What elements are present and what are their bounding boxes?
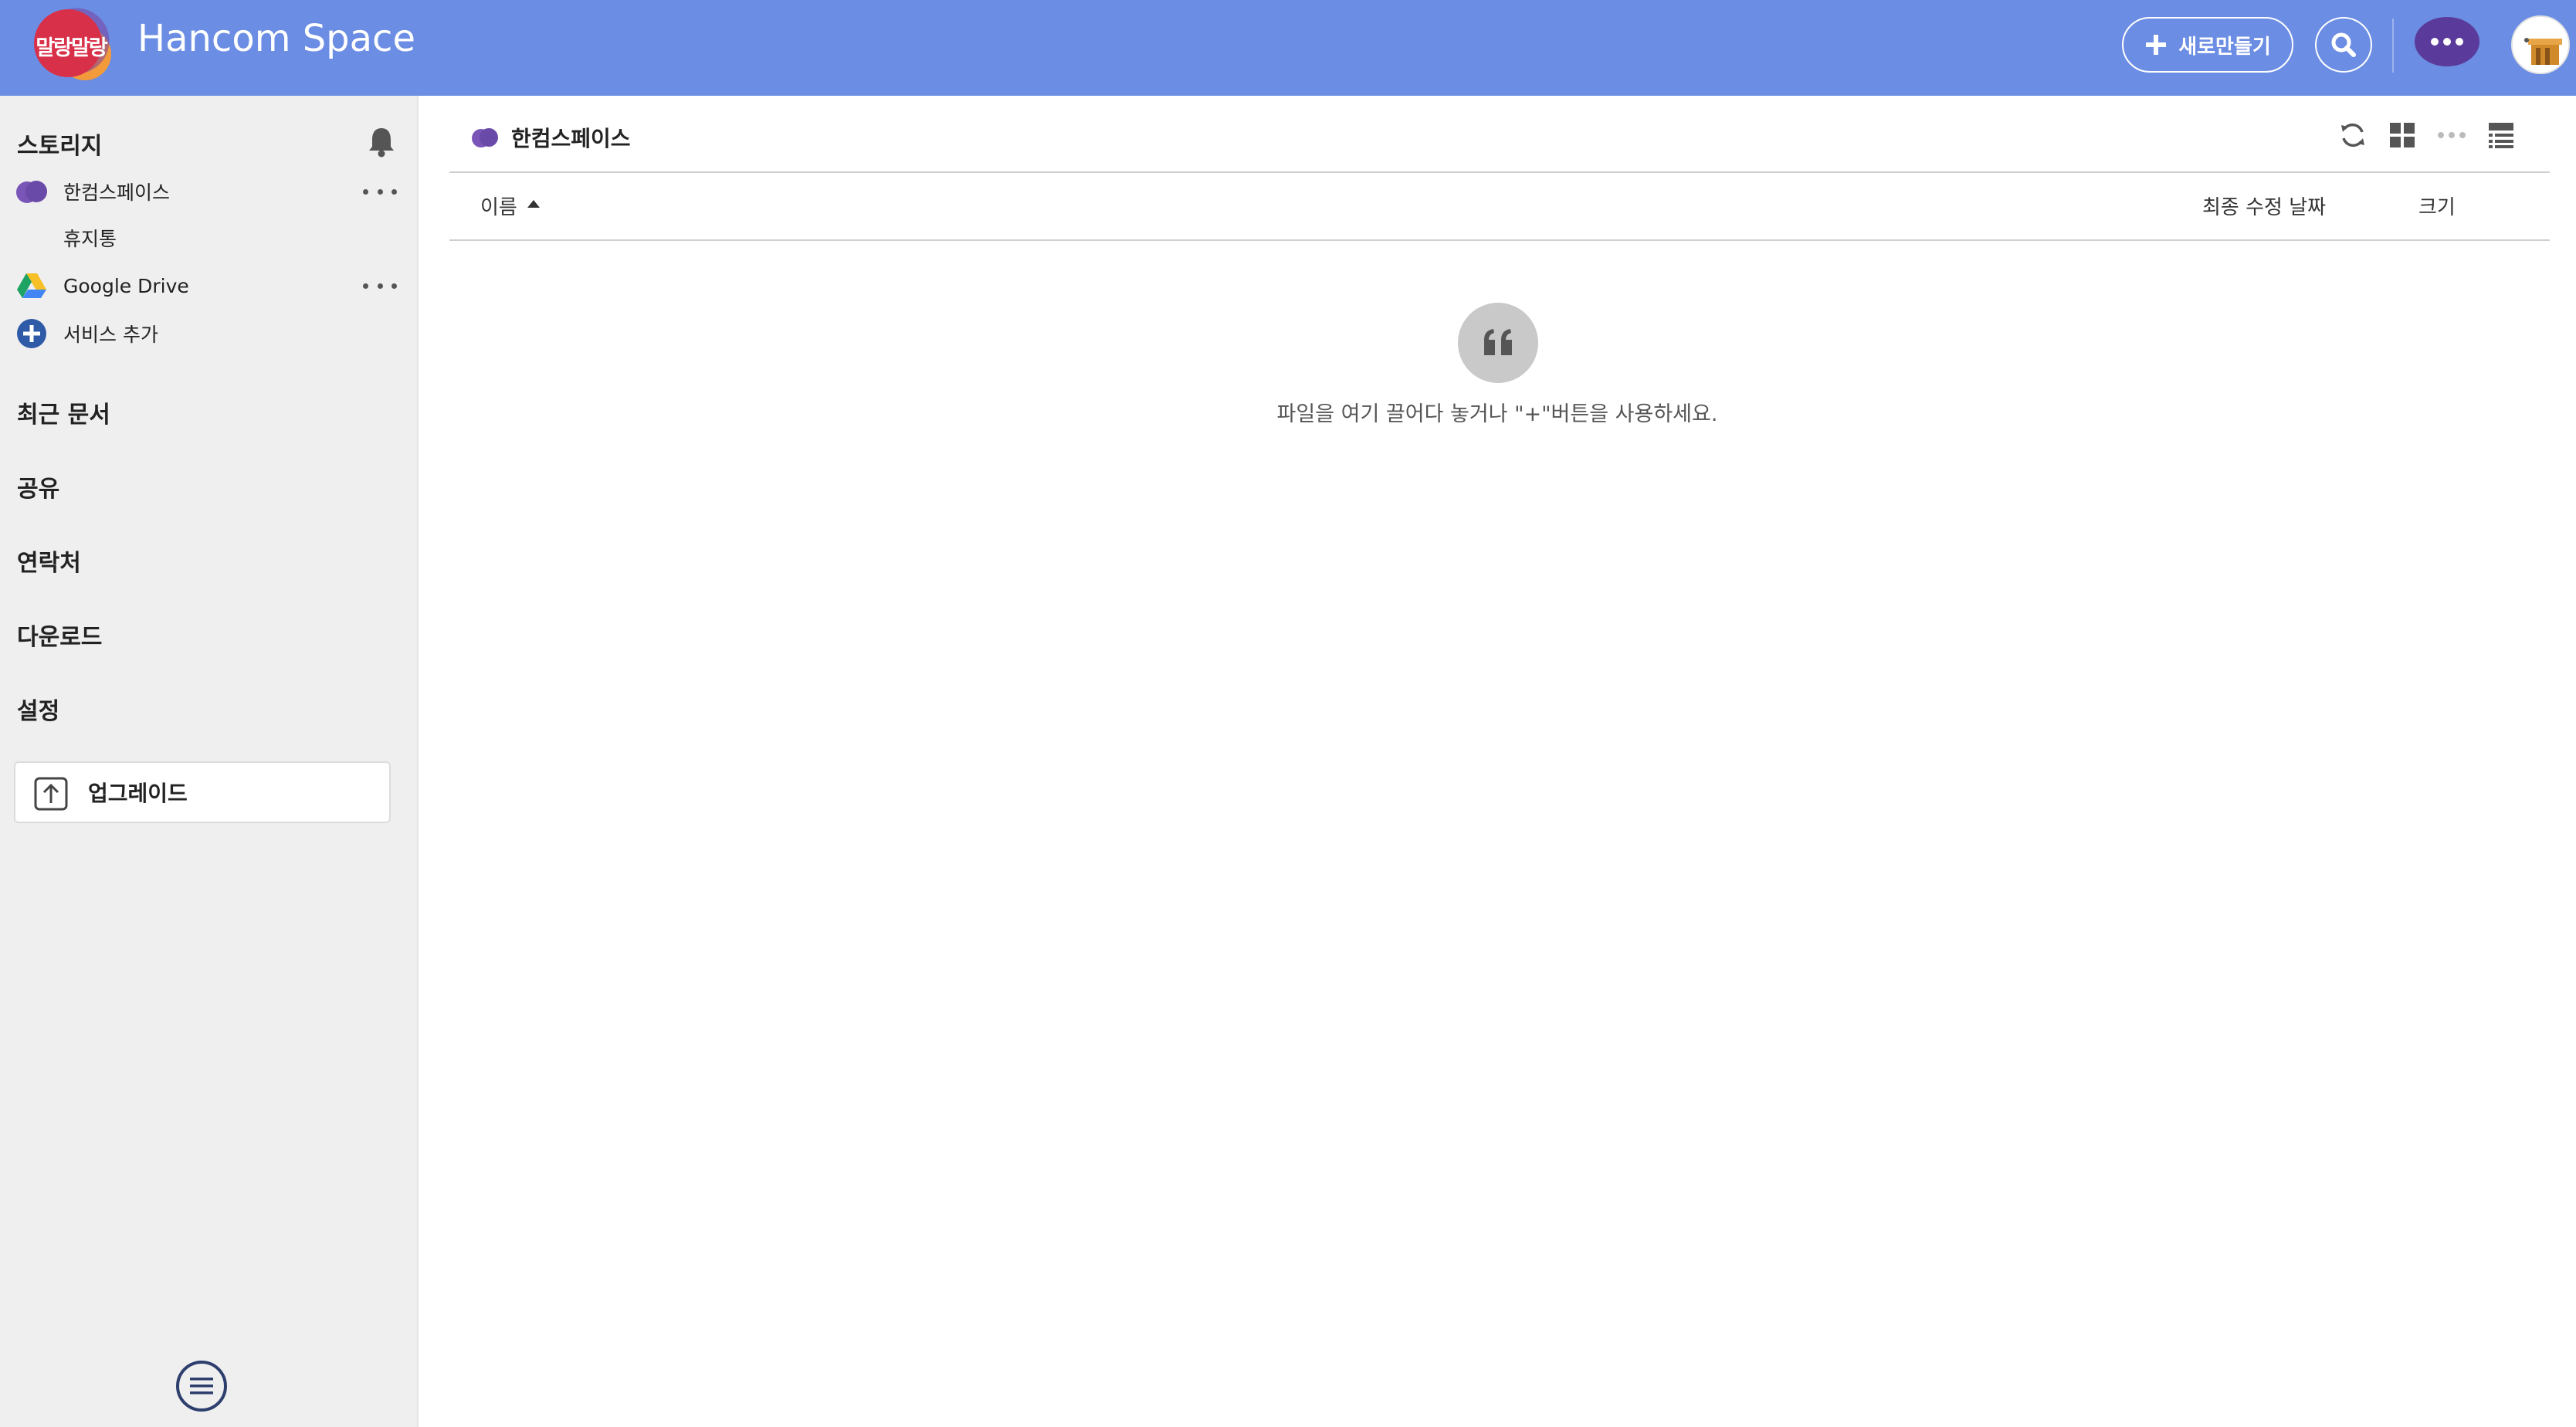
sidebar-item-label: 한컴스페이스 — [63, 181, 171, 204]
more-dots-icon — [2438, 132, 2466, 138]
sidebar-item-label: 휴지통 — [63, 228, 117, 250]
grid-view-icon — [2390, 123, 2415, 147]
sidebar-contacts[interactable]: 연락처 — [17, 544, 81, 578]
app-title: Hancom Space — [137, 17, 415, 60]
upload-arrow-icon — [34, 777, 68, 811]
hancomspace-more-icon[interactable] — [363, 182, 397, 201]
hamburger-circle-icon — [176, 1361, 227, 1412]
user-avatar[interactable] — [2511, 15, 2570, 74]
sidebar-item-label: 서비스 추가 — [63, 324, 158, 346]
breadcrumb-label: 한컴스페이스 — [511, 126, 631, 151]
sidebar-item-trash[interactable]: 휴지통 — [0, 218, 417, 258]
sidebar-settings[interactable]: 설정 — [17, 692, 59, 726]
sidebar-item-google-drive[interactable]: Google Drive — [0, 266, 417, 306]
search-icon — [2331, 32, 2356, 57]
sidebar-shared[interactable]: 공유 — [17, 469, 59, 503]
sidebar-downloads[interactable]: 다운로드 — [17, 618, 102, 652]
list-detail-icon — [2489, 123, 2513, 148]
google-drive-icon — [15, 270, 48, 301]
main-content: 한컴스페이스 이름 최종 수정 날짜 크기 파일을 여기 끌어다 놓거나 "+"… — [419, 96, 2576, 1427]
bell-graphic — [369, 128, 394, 158]
plus-circle-icon — [15, 318, 48, 349]
upgrade-label: 업그레이드 — [88, 781, 188, 806]
sidebar-item-hancomspace[interactable]: 한컴스페이스 — [0, 171, 417, 212]
column-modified-header[interactable]: 최종 수정 날짜 — [2202, 192, 2326, 220]
more-menu-button[interactable] — [2414, 15, 2480, 69]
column-name-header[interactable]: 이름 — [480, 192, 541, 220]
hancom-cloud-icon — [472, 128, 498, 147]
empty-state-message: 파일을 여기 끌어다 놓거나 "+"버튼을 사용하세요. — [1276, 402, 1718, 426]
sidebar-item-label: Google Drive — [63, 274, 189, 297]
column-size-header[interactable]: 크기 — [2418, 192, 2456, 220]
sort-ascending-icon — [527, 199, 541, 208]
new-document-label: 새로만들기 — [2178, 35, 2271, 59]
more-options-button[interactable] — [2434, 117, 2469, 153]
column-name-label: 이름 — [480, 196, 517, 219]
sidebar-menu-toggle[interactable] — [175, 1359, 229, 1413]
malang-logo[interactable]: 말랑말랑 — [23, 8, 119, 82]
grid-view-button[interactable] — [2384, 117, 2420, 153]
breadcrumb[interactable]: 한컴스페이스 — [471, 122, 631, 153]
new-document-button[interactable]: 새로만들기 — [2122, 17, 2293, 73]
detail-view-button[interactable] — [2483, 117, 2519, 153]
storage-heading: 스토리지 — [17, 133, 103, 160]
logo-text: 말랑말랑 — [36, 36, 107, 60]
empty-state-quote-icon — [1458, 303, 1538, 383]
avatar-image-icon — [2513, 17, 2568, 73]
top-bar: 말랑말랑 Hancom Space 새로만들기 — [0, 0, 2576, 96]
refresh-button[interactable] — [2335, 117, 2371, 153]
notification-bell-icon[interactable] — [366, 125, 397, 158]
sidebar: 스토리지 한컴스페이스 휴지통 Google Drive 서비스 추가 최근 문… — [0, 96, 419, 1427]
hancom-cloud-icon — [15, 176, 48, 207]
refresh-icon — [2341, 123, 2364, 147]
sidebar-item-add-service[interactable]: 서비스 추가 — [0, 314, 417, 354]
header-divider-line — [449, 171, 2550, 173]
upgrade-button[interactable]: 업그레이드 — [14, 761, 391, 823]
search-button[interactable] — [2315, 17, 2372, 73]
plus-icon — [2146, 35, 2167, 55]
sidebar-recent-documents[interactable]: 최근 문서 — [17, 395, 110, 429]
column-divider-line — [449, 239, 2550, 241]
header-divider — [2392, 19, 2394, 73]
google-drive-more-icon[interactable] — [363, 276, 397, 295]
more-dots-icon — [2415, 17, 2479, 66]
